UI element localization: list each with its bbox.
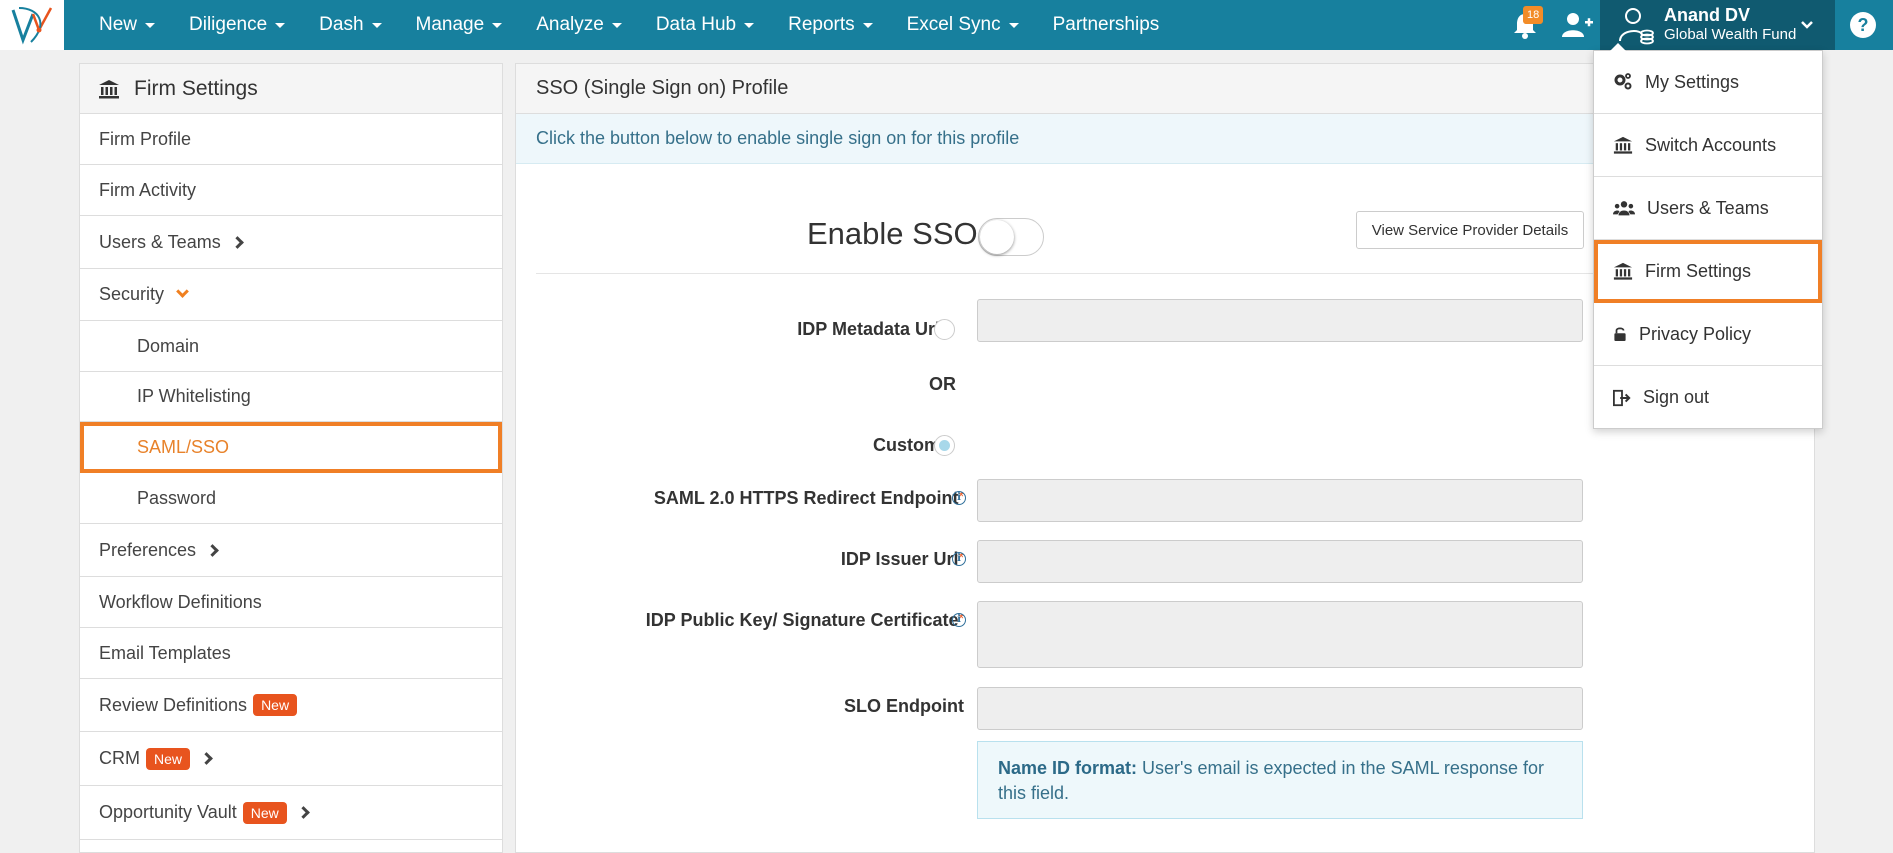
idp-key-label: IDP Public Key/ Signature Certificate* xyxy=(645,610,964,630)
sidebar-item-preferences[interactable]: Preferences xyxy=(80,524,502,577)
sign-out-icon xyxy=(1613,389,1631,406)
sidebar-item-opportunity-vault[interactable]: Opportunity Vault New xyxy=(80,786,502,840)
saml-redirect-endpoint-input[interactable] xyxy=(977,479,1583,522)
slo-endpoint-input[interactable] xyxy=(977,687,1583,730)
sidebar-item-saml-sso[interactable]: SAML/SSO xyxy=(80,422,502,473)
menu-item-firm-settings[interactable]: Firm Settings xyxy=(1594,240,1822,303)
nav-data-hub[interactable]: Data Hub xyxy=(639,0,771,50)
chevron-down-icon xyxy=(492,22,503,28)
toggle-knob xyxy=(980,220,1014,254)
notification-badge: 18 xyxy=(1523,6,1544,24)
chevron-down-icon xyxy=(176,285,189,298)
idp-metadata-url-input[interactable] xyxy=(977,299,1583,342)
idp-issuer-url-input[interactable] xyxy=(977,540,1583,583)
info-icon[interactable]: i xyxy=(952,491,966,505)
nav-reports[interactable]: Reports xyxy=(771,0,890,50)
logo-icon xyxy=(11,7,53,45)
chevron-right-icon xyxy=(200,752,213,765)
nav-diligence[interactable]: Diligence xyxy=(172,0,302,50)
nav-dash[interactable]: Dash xyxy=(302,0,398,50)
bank-icon xyxy=(1613,262,1633,280)
info-icon[interactable]: i xyxy=(952,552,966,566)
menu-item-switch-accounts[interactable]: Switch Accounts xyxy=(1594,114,1822,177)
nav-partnerships[interactable]: Partnerships xyxy=(1036,0,1177,50)
menu-item-users-teams[interactable]: Users & Teams xyxy=(1594,177,1822,240)
slo-endpoint-label: SLO Endpoint xyxy=(844,696,964,716)
sidebar-item-crm[interactable]: CRM New xyxy=(80,732,502,786)
idp-metadata-radio[interactable] xyxy=(934,319,955,340)
menu-item-sign-out[interactable]: Sign out xyxy=(1594,366,1822,429)
nav-new[interactable]: New xyxy=(82,0,172,50)
add-user-icon[interactable] xyxy=(1560,10,1594,40)
chevron-right-icon xyxy=(296,806,310,819)
idp-issuer-label: IDP Issuer Url* xyxy=(840,549,964,569)
nav-analyze[interactable]: Analyze xyxy=(519,0,639,50)
custom-label: Custom xyxy=(873,435,940,455)
saml-redirect-label: SAML 2.0 HTTPS Redirect Endpoint* xyxy=(653,488,964,508)
view-service-provider-details-button[interactable]: View Service Provider Details xyxy=(1356,211,1584,249)
sidebar-item-security[interactable]: Security xyxy=(80,269,502,321)
new-badge: New xyxy=(146,747,191,770)
enable-sso-toggle[interactable] xyxy=(978,218,1044,256)
bank-icon xyxy=(1613,136,1633,154)
help-icon[interactable]: ? xyxy=(1850,12,1876,38)
chevron-right-icon xyxy=(230,235,244,249)
info-icon[interactable]: i xyxy=(952,613,966,627)
chevron-down-icon xyxy=(862,22,873,28)
user-org: Global Wealth Fund xyxy=(1664,26,1797,43)
user-dropdown-menu: My Settings Switch Accounts Users & Team… xyxy=(1593,43,1823,429)
bank-icon xyxy=(99,79,119,98)
divider xyxy=(536,273,1596,274)
user-name: Anand DV xyxy=(1664,5,1751,25)
app-logo[interactable] xyxy=(0,0,64,50)
firm-settings-sidebar: Firm Settings Firm Profile Firm Activity… xyxy=(79,63,503,853)
sidebar-header: Firm Settings xyxy=(80,64,502,114)
sidebar-item-workflow-definitions[interactable]: Workflow Definitions xyxy=(80,577,502,628)
chevron-down-icon xyxy=(1008,22,1019,28)
chevron-down-icon xyxy=(371,22,382,28)
idp-metadata-label: IDP Metadata Url xyxy=(797,319,940,339)
chevron-down-icon xyxy=(275,22,286,28)
chevron-down-icon xyxy=(744,22,755,28)
enable-sso-label: Enable SSO xyxy=(807,216,978,251)
idp-public-key-input[interactable] xyxy=(977,601,1583,668)
lock-icon xyxy=(1614,327,1626,341)
or-label: OR xyxy=(929,374,956,394)
main-nav: New Diligence Dash Manage Analyze Data H… xyxy=(82,0,1176,50)
sidebar-item-ip-whitelisting[interactable]: IP Whitelisting xyxy=(80,372,502,422)
custom-radio[interactable] xyxy=(934,435,955,456)
users-icon xyxy=(1613,201,1635,216)
nav-excel-sync[interactable]: Excel Sync xyxy=(890,0,1036,50)
chevron-down-icon xyxy=(611,22,622,28)
sidebar-item-email-templates[interactable]: Email Templates xyxy=(80,628,502,679)
chevron-down-icon xyxy=(1801,21,1813,29)
new-badge: New xyxy=(253,694,298,716)
sidebar-item-domain[interactable]: Domain xyxy=(80,321,502,372)
sidebar-item-users-teams[interactable]: Users & Teams xyxy=(80,216,502,269)
nav-manage[interactable]: Manage xyxy=(399,0,520,50)
menu-item-my-settings[interactable]: My Settings xyxy=(1594,51,1822,114)
sidebar-item-review-definitions[interactable]: Review Definitions New xyxy=(80,679,502,732)
name-id-format-note: Name ID format: User's email is expected… xyxy=(977,741,1583,819)
chevron-right-icon xyxy=(206,543,219,557)
sidebar-item-firm-profile[interactable]: Firm Profile xyxy=(80,114,502,165)
gears-icon xyxy=(1614,73,1632,90)
user-menu-toggle[interactable]: Anand DV Global Wealth Fund xyxy=(1600,0,1835,50)
sidebar-item-password[interactable]: Password xyxy=(80,473,502,524)
sidebar-item-firm-activity[interactable]: Firm Activity xyxy=(80,165,502,216)
user-money-icon xyxy=(1619,8,1654,45)
chevron-down-icon xyxy=(145,22,156,28)
new-badge: New xyxy=(242,801,287,824)
menu-item-privacy-policy[interactable]: Privacy Policy xyxy=(1594,303,1822,366)
sidebar-title: Firm Settings xyxy=(134,76,258,100)
